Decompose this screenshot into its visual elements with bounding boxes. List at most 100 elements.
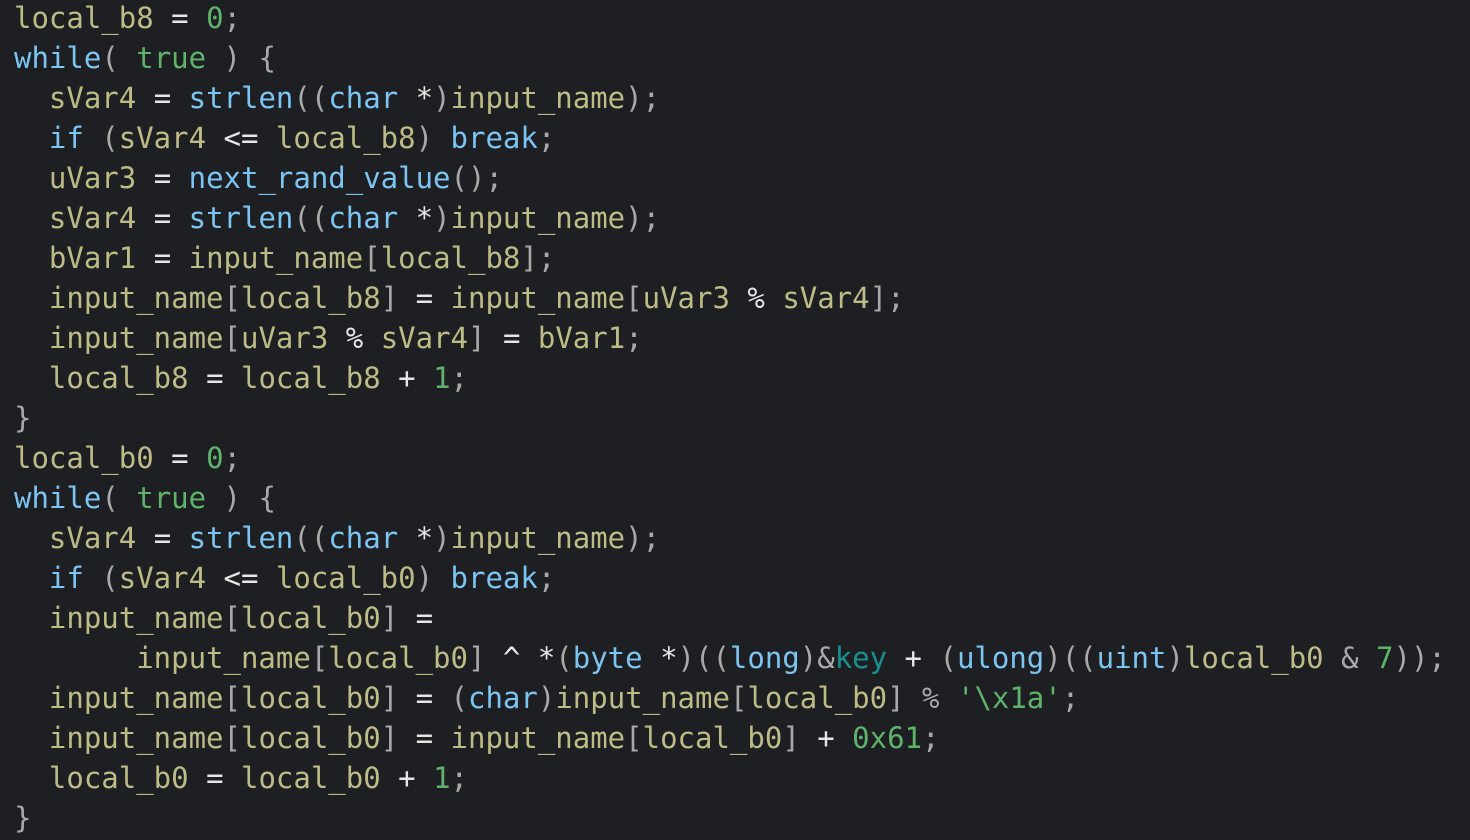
keyword-token: ulong [956,641,1045,675]
code-line: input_name[local_b8] = input_name[uVar3 … [14,278,1446,318]
code-line: input_name[local_b0] = (char)input_name[… [14,678,1446,718]
variable-token: input_name [555,681,730,715]
operator-token: = [136,161,189,195]
punctuation-token: ( [450,681,469,715]
operator-token: + [799,721,853,755]
operator-token: % [328,321,381,355]
punctuation-token: ] [782,721,800,755]
operator-token [14,641,136,675]
literal-token: 0x61 [852,721,923,755]
variable-token: local_b8 [241,361,381,395]
code-line: } [14,798,1446,838]
punctuation-token: ] [468,321,486,355]
variable-token: sVar4 [48,521,137,555]
keyword-token: char [328,81,399,115]
variable-token: input_name [48,281,224,315]
literal-token: 0 [206,1,224,35]
operator-token [14,521,49,555]
punctuation-token: ); [625,521,661,555]
operator-token [14,761,49,795]
operator-token: = [136,521,189,555]
punctuation-token: ( [83,561,119,595]
punctuation-token: (( [293,521,329,555]
keyword-token: char [328,201,399,235]
operator-token [14,721,49,755]
keyword-token: while [14,41,102,75]
operator-token [14,321,49,355]
punctuation-token: [ [363,241,381,275]
keyword-token: char [328,521,399,555]
punctuation-token: (( [293,81,329,115]
punctuation-token: ; [223,441,242,475]
punctuation-token: ; [537,121,556,155]
decompiled-code-view[interactable]: local_b8 = 0; while( true ) { sVar4 = str… [14,0,1446,838]
punctuation-token: ) { [206,41,276,75]
variable-token: sVar4 [782,281,870,315]
variable-token: sVar4 [380,321,469,355]
punctuation-token: } [14,401,32,435]
code-line: input_name[local_b0] = [14,598,1446,638]
operator-token [14,161,49,195]
code-line: local_b8 = local_b8 + 1; [14,358,1446,398]
punctuation-token: ( [939,641,957,675]
keyword-token: while [14,481,102,515]
punctuation-token: [ [310,641,329,675]
variable-token: sVar4 [118,121,207,155]
operator-token [14,561,49,595]
keyword-token: if [48,121,84,155]
code-line: uVar3 = next_rand_value(); [14,158,1446,198]
variable-token: input_name [48,721,224,755]
operator-token [14,681,49,715]
punctuation-token: [ [625,281,643,315]
punctuation-token: ] % [887,681,957,715]
code-line: if (sVar4 <= local_b0) break; [14,558,1446,598]
keyword-token: strlen [188,521,294,555]
code-line: input_name[local_b0] = input_name[local_… [14,718,1446,758]
punctuation-token: ]; [869,281,905,315]
punctuation-token: ) [433,81,451,115]
code-line: if (sVar4 <= local_b8) break; [14,118,1446,158]
operator-token [14,241,49,275]
keyword-token: long [729,641,800,675]
punctuation-token: [ [625,721,643,755]
variable-token: input_name [188,241,364,275]
variable-token: input_name [450,201,626,235]
operator-token [14,81,49,115]
punctuation-token: (); [450,161,503,195]
punctuation-token: ; [223,1,242,35]
code-line: bVar1 = input_name[local_b8]; [14,238,1446,278]
punctuation-token: [ [223,321,241,355]
code-line: local_b8 = 0; [14,0,1446,38]
code-line: local_b0 = 0; [14,438,1446,478]
variable-token: uVar3 [642,281,730,315]
variable-token: bVar1 [48,241,137,275]
punctuation-token: ) [415,121,451,155]
code-line: local_b0 = local_b0 + 1; [14,758,1446,798]
operator-token: = [136,241,189,275]
punctuation-token: ]; [520,241,556,275]
code-line: sVar4 = strlen((char *)input_name); [14,78,1446,118]
keyword-token: strlen [188,201,294,235]
punctuation-token: ); [625,201,661,235]
keyword-token: char [468,681,538,715]
variable-token: local_b0 [241,721,381,755]
punctuation-token: )); [1393,641,1446,675]
variable-token: uVar3 [48,161,137,195]
keyword-token: uint [1096,641,1167,675]
code-line: input_name[uVar3 % sVar4] = bVar1; [14,318,1446,358]
variable-token: local_b0 [1183,641,1324,675]
literal-token: true [136,41,207,75]
punctuation-token: ; [450,761,469,795]
operator-token: + [380,761,434,795]
variable-token: local_b0 [241,761,381,795]
operator-token: ^ * [485,641,556,675]
punctuation-token: [ [223,281,241,315]
operator-token [14,121,49,155]
code-line: sVar4 = strlen((char *)input_name); [14,518,1446,558]
keyword-token: strlen [188,81,294,115]
punctuation-token: ] [467,641,486,675]
code-line: sVar4 = strlen((char *)input_name); [14,198,1446,238]
variable-token: input_name [48,601,224,635]
punctuation-token: ) [537,681,556,715]
punctuation-token: ( [555,641,573,675]
